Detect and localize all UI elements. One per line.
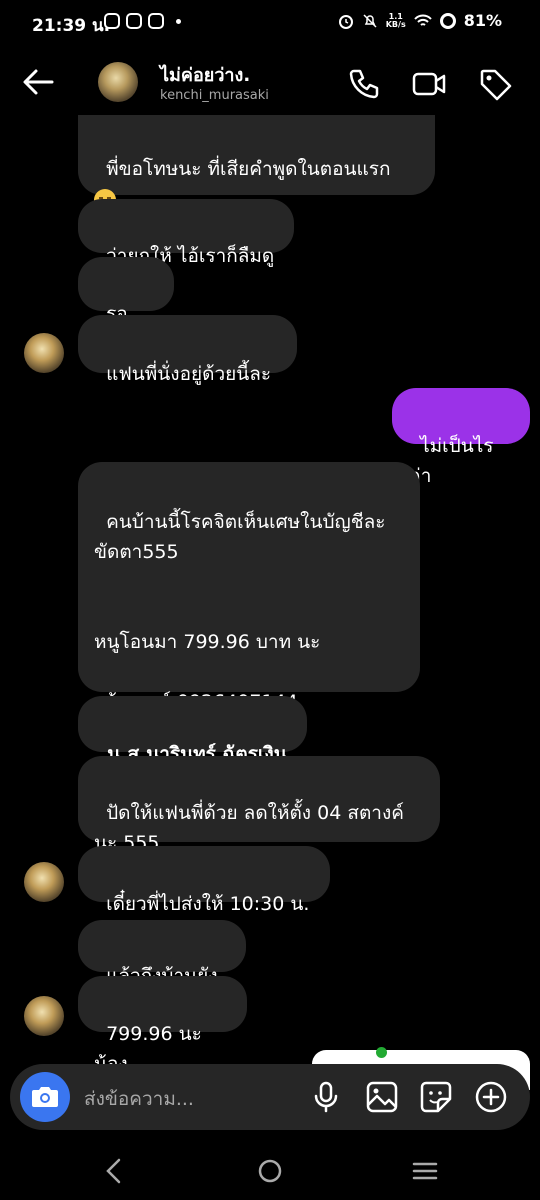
video-camera-icon[interactable]	[411, 66, 447, 102]
sender-avatar[interactable]	[24, 862, 64, 902]
sent-message-bubble[interactable]: ไม่เป็นไรค่า	[392, 388, 530, 487]
message-text: ไม่เป็นไรค่า	[408, 435, 494, 487]
message-text: แฟนพี่นั่งอยู่ด้วยนี้ละ	[106, 363, 272, 385]
instagram-icon	[104, 13, 120, 29]
camera-icon	[32, 1087, 58, 1107]
microphone-icon[interactable]	[308, 1079, 344, 1115]
message-bubble[interactable]: ปัดให้แฟนพี่ด้วย ลดให้ตั้ง 04 สตางค์ นะ …	[78, 756, 440, 854]
nav-recents-icon[interactable]	[405, 1154, 445, 1188]
message-bubble[interactable]: เดี๋ยวพี่ไปส่งให้ 10:30 น.	[78, 846, 330, 915]
phone-icon[interactable]	[345, 66, 381, 102]
contact-username[interactable]: kenchi_murasaki	[160, 88, 269, 103]
image-icon[interactable]	[364, 1079, 400, 1115]
message-bubble[interactable]: น.ส.นารินทร์ ฉัตรเงิน	[78, 696, 307, 765]
app-icon	[148, 13, 164, 29]
mute-icon	[363, 13, 377, 28]
system-navigation-bar	[0, 1140, 540, 1200]
app-icon	[126, 13, 142, 29]
message-bubble[interactable]: พี่ขอโทษนะ ที่เสียคำพูดในตอนแรก	[78, 115, 435, 211]
battery-ring-icon	[439, 12, 456, 29]
avatar[interactable]	[98, 62, 138, 102]
alarm-icon	[338, 14, 353, 29]
message-bubble[interactable]: 799.96 นะน้อง	[78, 976, 247, 1075]
wifi-icon	[413, 14, 432, 26]
nav-home-icon[interactable]	[250, 1154, 290, 1188]
status-time: 21:39 น.	[32, 16, 111, 36]
message-input[interactable]: ส่งข้อความ...	[84, 1084, 194, 1114]
message-bubble[interactable]: ว่ายกให้ ไอ้เราก็ลืมดู	[78, 199, 294, 267]
message-bubble[interactable]: รอแปป	[78, 257, 174, 355]
message-text: คนบ้านนี้โรคจิตเห็นเศษในบัญชีละ ขัดตา555…	[94, 511, 386, 713]
notification-icons	[104, 13, 181, 29]
tag-icon[interactable]	[478, 66, 514, 102]
battery-level: 81%	[463, 11, 502, 30]
status-right: 1.1 KB/s 81%	[338, 11, 502, 30]
message-text: พี่ขอโทษนะ ที่เสียคำพูดในตอนแรก	[106, 158, 391, 180]
status-bar: 21:39 น. 1.1 KB/s 81%	[0, 0, 540, 44]
network-speed: 1.1 KB/s	[385, 11, 406, 29]
nav-back-icon[interactable]	[95, 1154, 135, 1188]
sender-avatar[interactable]	[24, 996, 64, 1036]
chat-header: ไม่ค่อยว่าง. kenchi_murasaki	[0, 50, 540, 116]
plus-circle-icon[interactable]	[473, 1079, 509, 1115]
sticker-icon[interactable]	[418, 1079, 454, 1115]
sender-avatar[interactable]	[24, 333, 64, 373]
more-notifications-dot	[176, 18, 181, 24]
message-bubble[interactable]: คนบ้านนี้โรคจิตเห็นเศษในบัญชีละ ขัดตา555…	[78, 462, 420, 713]
message-text: เดี๋ยวพี่ไปส่งให้ 10:30 น.	[106, 893, 310, 915]
back-arrow-icon[interactable]	[20, 64, 60, 100]
message-bubble[interactable]: แฟนพี่นั่งอยู่ด้วยนี้ละ	[78, 315, 297, 385]
check-icon	[376, 1047, 387, 1058]
message-composer: ส่งข้อความ...	[10, 1064, 530, 1130]
message-bubble[interactable]: แล้วถึงบ้านยัง	[78, 920, 246, 987]
camera-button[interactable]	[20, 1072, 70, 1122]
contact-name[interactable]: ไม่ค่อยว่าง.	[160, 60, 250, 89]
